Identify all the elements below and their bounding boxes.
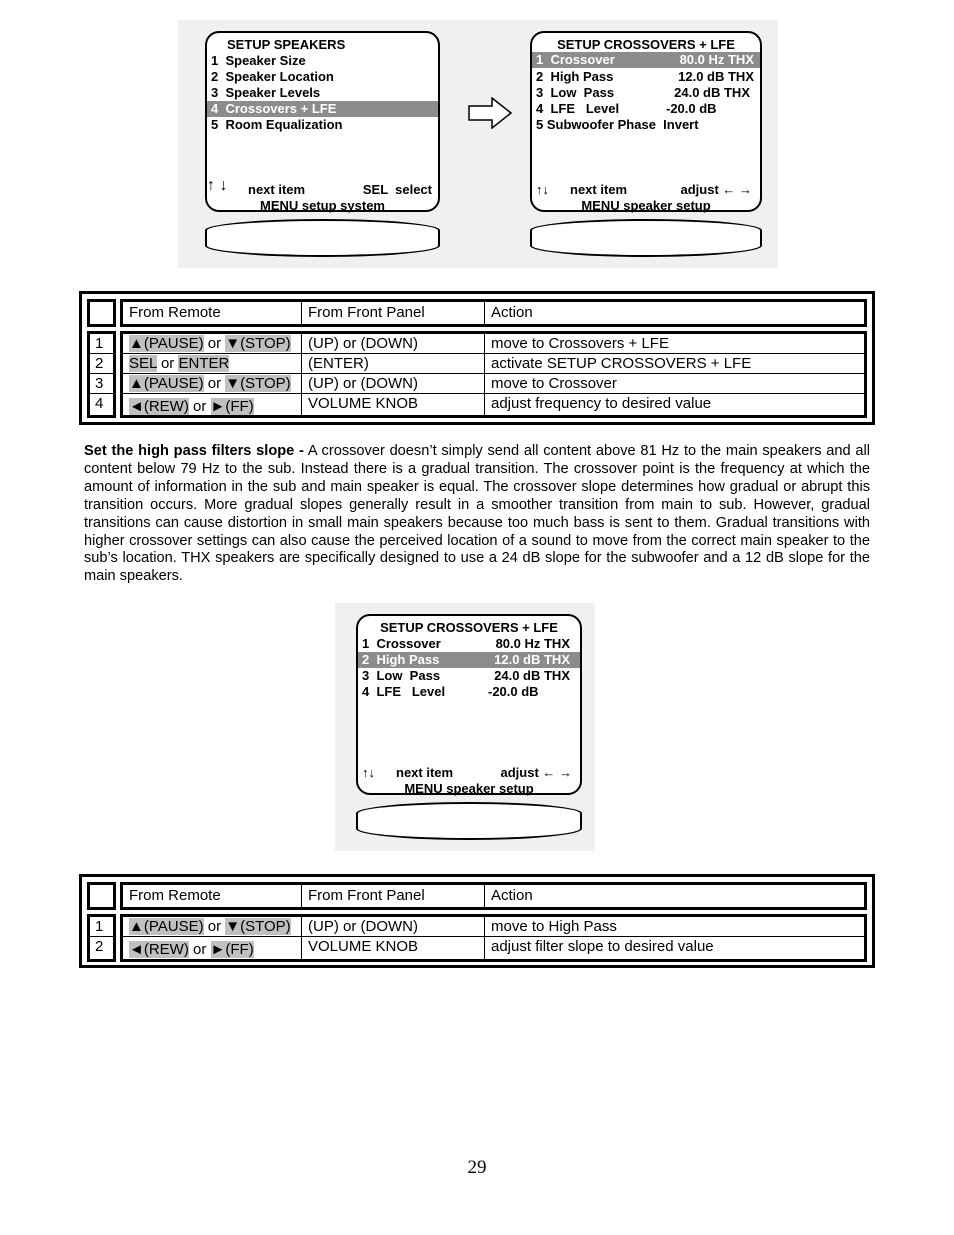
page-number: 29 — [467, 1157, 487, 1178]
table-row: ▲(PAUSE) or ▼(STOP) (UP) or (DOWN) move … — [123, 917, 864, 937]
nav-hint: next item — [570, 182, 628, 197]
step-number: 2 — [90, 354, 113, 374]
header-from-remote: From Remote — [123, 885, 302, 907]
osd-screen-setup-crossovers: SETUP CROSSOVERS + LFE 1 Crossover 80.0 H… — [530, 31, 762, 213]
action-text: move to Crossover — [491, 375, 617, 392]
menu-hint: MENU speaker setup — [404, 781, 534, 796]
display-base — [530, 219, 762, 257]
action-text: adjust filter slope to desired value — [491, 938, 714, 955]
figure-setup-speakers-to-crossovers: SETUP SPEAKERS 1 Speaker Size 2 Speaker … — [178, 20, 778, 268]
front-panel-keys: VOLUME KNOB — [302, 937, 485, 959]
remote-keys: ▲(PAUSE) or ▼(STOP) — [123, 374, 302, 393]
step-number: 3 — [90, 374, 113, 394]
step-number: 1 — [90, 917, 113, 937]
remote-keys: ◄(REW) or ►(FF) — [123, 394, 302, 416]
menu-item: 3 Speaker Levels — [211, 85, 321, 100]
menu-item: 2 High Pass 12.0 dB THX — [536, 69, 754, 84]
nav-hint: next item — [396, 765, 454, 780]
menu-item-selected: 4 Crossovers + LFE — [207, 101, 438, 117]
menu-item: 5 Room Equalization — [211, 117, 343, 132]
figure-high-pass-selected: SETUP CROSSOVERS + LFE 1 Crossover 80.0 H… — [335, 603, 595, 851]
header-from-front-panel: From Front Panel — [302, 302, 485, 324]
remote-keys: ◄(REW) or ►(FF) — [123, 937, 302, 959]
action-text: activate SETUP CROSSOVERS + LFE — [491, 355, 752, 372]
action-text: adjust frequency to desired value — [491, 395, 712, 412]
select-hint: SEL select — [362, 182, 432, 197]
header-from-remote: From Remote — [123, 302, 302, 324]
header-action: Action — [491, 304, 533, 321]
menu-hint: MENU setup system — [260, 198, 385, 213]
table-header: From Remote From Front Panel Action — [120, 299, 867, 327]
menu-item: 5 Subwoofer Phase Invert — [536, 117, 699, 132]
nav-hint: next item — [248, 182, 306, 197]
table-row: ▲(PAUSE) or ▼(STOP) (UP) or (DOWN) move … — [123, 334, 864, 354]
adjust-hint: adjust ← → — [500, 765, 572, 780]
screen-title: SETUP CROSSOVERS + LFE — [557, 37, 735, 52]
table-body: ▲(PAUSE) or ▼(STOP) (UP) or (DOWN) move … — [120, 331, 867, 418]
adjust-hint: adjust ← → — [680, 182, 752, 197]
control-table-crossover: From Remote From Front Panel Action 1 2 … — [79, 291, 875, 425]
header-num-cell — [87, 299, 116, 327]
table-row: SEL or ENTER (ENTER) activate SETUP CROS… — [123, 354, 864, 374]
front-panel-keys: (UP) or (DOWN) — [302, 374, 485, 393]
front-panel-keys: VOLUME KNOB — [302, 394, 485, 416]
step-number: 4 — [95, 395, 104, 412]
menu-item: 3 Low Pass 24.0 dB THX — [362, 668, 570, 683]
remote-keys: ▲(PAUSE) or ▼(STOP) — [123, 334, 302, 353]
menu-item: 2 Speaker Location — [211, 69, 334, 84]
table-row: ◄(REW) or ►(FF) VOLUME KNOB adjust filte… — [123, 937, 864, 959]
menu-item-selected: 2 High Pass 12.0 dB THX — [358, 652, 580, 668]
table-row: ▲(PAUSE) or ▼(STOP) (UP) or (DOWN) move … — [123, 374, 864, 394]
remote-keys: ▲(PAUSE) or ▼(STOP) — [123, 917, 302, 936]
right-arrow-icon — [468, 97, 513, 129]
osd-screen-setup-crossovers: SETUP CROSSOVERS + LFE 1 Crossover 80.0 H… — [356, 614, 582, 796]
step-number: 1 — [90, 334, 113, 354]
menu-item: 4 LFE Level -20.0 dB — [362, 684, 539, 699]
step-number-column: 1 2 — [87, 914, 116, 962]
menu-item: 4 LFE Level -20.0 dB — [536, 101, 717, 116]
menu-item-selected: 1 Crossover 80.0 Hz THX — [532, 52, 760, 68]
up-down-arrows-icon: ↑↓ — [536, 182, 549, 197]
menu-item: 3 Low Pass 24.0 dB THX — [536, 85, 750, 100]
menu-hint: MENU speaker setup — [581, 198, 711, 213]
screen-title: SETUP SPEAKERS — [227, 37, 346, 52]
paragraph-heading: Set the high pass filters slope - — [84, 443, 304, 459]
display-base — [205, 219, 440, 257]
screen-title: SETUP CROSSOVERS + LFE — [380, 620, 558, 635]
header-action: Action — [491, 887, 533, 904]
action-text: move to Crossovers + LFE — [491, 335, 669, 352]
step-number: 2 — [95, 938, 104, 955]
action-text: move to High Pass — [491, 918, 617, 935]
high-pass-slope-paragraph: Set the high pass filters slope - A cros… — [84, 443, 870, 586]
front-panel-keys: (UP) or (DOWN) — [302, 334, 485, 353]
up-down-arrows-icon: ↑ ↓ — [207, 177, 228, 194]
display-base — [356, 802, 582, 840]
front-panel-keys: (UP) or (DOWN) — [302, 917, 485, 936]
table-header: From Remote From Front Panel Action — [120, 882, 867, 910]
menu-item: 1 Speaker Size — [211, 53, 306, 68]
table-row: ◄(REW) or ►(FF) VOLUME KNOB adjust frequ… — [123, 394, 864, 416]
paragraph-body: A crossover doesn’t simply send all cont… — [84, 443, 870, 585]
up-down-arrows-icon: ↑↓ — [362, 765, 375, 780]
remote-keys: SEL or ENTER — [123, 354, 302, 373]
menu-item: 1 Crossover 80.0 Hz THX — [362, 636, 570, 651]
header-num-cell — [87, 882, 116, 910]
osd-screen-setup-speakers: SETUP SPEAKERS 1 Speaker Size 2 Speaker … — [205, 31, 440, 213]
control-table-high-pass: From Remote From Front Panel Action 1 2 … — [79, 874, 875, 968]
step-number-column: 1 2 3 4 — [87, 331, 116, 418]
front-panel-keys: (ENTER) — [302, 354, 485, 373]
header-from-front-panel: From Front Panel — [302, 885, 485, 907]
table-body: ▲(PAUSE) or ▼(STOP) (UP) or (DOWN) move … — [120, 914, 867, 962]
